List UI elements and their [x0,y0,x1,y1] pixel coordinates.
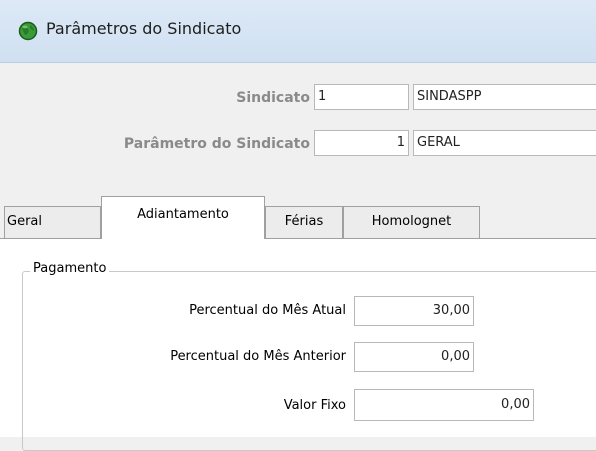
percentual-anterior-field[interactable]: 0,00 [354,342,474,372]
tab-geral[interactable]: Geral [4,206,101,238]
percentual-atual-field[interactable]: 30,00 [354,296,474,326]
window-title: Parâmetros do Sindicato [46,19,242,38]
valor-fixo-field[interactable]: 0,00 [354,389,534,421]
tab-homolognet[interactable]: Homolognet [343,206,480,238]
percentual-anterior-label: Percentual do Mês Anterior [170,349,346,364]
parametro-label: Parâmetro do Sindicato [123,136,310,152]
parametro-code-field[interactable]: 1 [314,130,409,156]
sindicato-code-field[interactable]: 1 [314,84,409,110]
tab-adiantamento[interactable]: Adiantamento [101,196,265,239]
sindicato-label: Sindicato [236,90,310,106]
parametro-name-field[interactable]: GERAL [413,130,596,156]
title-bar[interactable]: Parâmetros do Sindicato [0,0,596,63]
tab-ferias[interactable]: Férias [265,206,343,238]
parametros-sindicato-window: Parâmetros do Sindicato Sindicato 1 SIND… [0,0,596,451]
sindicato-name-field[interactable]: SINDASPP [413,84,596,110]
globe-icon [18,21,38,41]
pagamento-group-title: Pagamento [30,261,110,276]
valor-fixo-label: Valor Fixo [283,398,346,413]
percentual-atual-label: Percentual do Mês Atual [189,303,346,318]
